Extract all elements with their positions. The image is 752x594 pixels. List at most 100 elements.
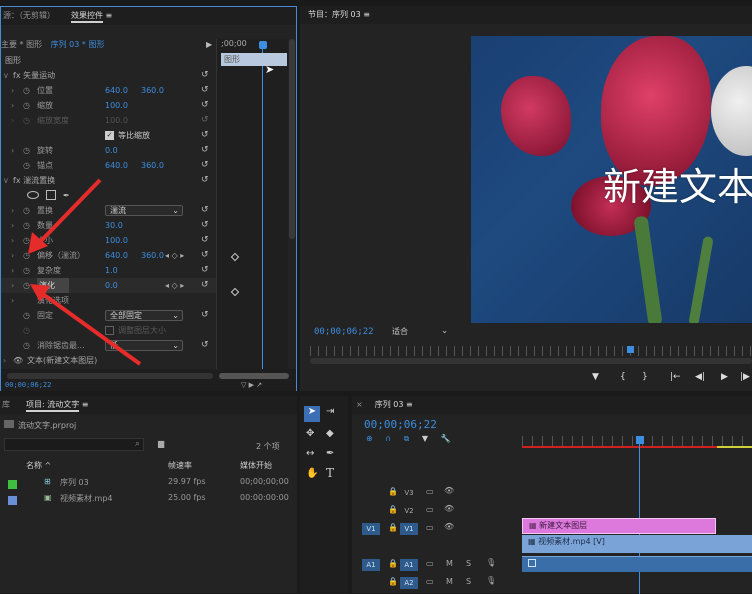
slip-tool-icon[interactable]: ↔ [306, 448, 314, 459]
column-fps[interactable]: 帧速率 [168, 460, 192, 471]
item-start: 00:00:00:00 [240, 493, 289, 502]
tab-program[interactable]: 节目：序列 03 ≡ [300, 6, 378, 24]
item-name: 视频素材.mp4 [60, 494, 113, 503]
project-file-icon [4, 420, 14, 428]
track-name[interactable]: V1 [400, 523, 418, 535]
hand-tool-icon[interactable]: ✋ [306, 468, 318, 479]
track-a1[interactable]: A1 🔒 A1 ▭ M S 🎙 [352, 556, 522, 574]
mic-icon[interactable]: 🎙 [486, 576, 496, 585]
sync-icon[interactable]: ▭ [426, 577, 434, 586]
project-search-input[interactable]: ⌕ [4, 438, 144, 451]
effect-timecode[interactable]: 00;00;06;22 [5, 381, 51, 389]
program-scrollbar[interactable] [310, 358, 752, 364]
item-name: 序列 03 [60, 478, 89, 487]
column-name[interactable]: 名称 ^ [26, 460, 51, 471]
program-timecode[interactable]: 00;00;06;22 [314, 327, 374, 337]
fit-dropdown[interactable]: 适合 ⌄ [392, 326, 450, 338]
timeline-tabbar: × 序列 03 ≡ [352, 396, 752, 414]
linked-selection-icon[interactable]: ⧉ [404, 434, 410, 443]
tab-sequence[interactable]: 序列 03 ≡ [367, 396, 421, 414]
table-row[interactable]: ⊞ 序列 03 29.97 fps 00;00;00;00 [0, 477, 297, 491]
step-forward-icon[interactable]: |▶ [740, 372, 750, 382]
timeline-panel: × 序列 03 ≡ 00;00;06;22 ⊕ ∩ ⧉ ▼ 🔧 🔒 V3 ▭ 👁… [352, 396, 752, 594]
track-name[interactable]: A1 [400, 559, 418, 571]
eye-icon[interactable]: 👁 [444, 504, 454, 513]
solo-icon[interactable]: S [466, 559, 471, 568]
item-fps: 29.97 fps [168, 477, 206, 486]
clip-text-layer[interactable]: ▦ 新建文本图层 [522, 518, 716, 534]
item-start: 00;00;00;00 [240, 477, 289, 486]
sync-icon[interactable]: ▭ [426, 559, 434, 568]
eye-icon[interactable]: 👁 [444, 486, 454, 495]
project-panel: 库 项目: 流动文字 ≡ 流动文字.prproj ⌕ ▆ 2 个项 名称 ^ 帧… [0, 396, 297, 593]
track-name: V2 [404, 507, 414, 515]
sequence-icon: ⊞ [44, 477, 51, 486]
project-columns: 名称 ^ 帧速率 媒体开始 [0, 460, 297, 474]
type-tool-icon[interactable]: T [326, 466, 334, 480]
timeline-playhead-icon[interactable] [636, 436, 644, 444]
tab-libraries[interactable]: 库 [0, 396, 18, 414]
step-back-icon[interactable]: ◀| [695, 372, 705, 382]
video-frame[interactable]: 新建文本 [471, 36, 752, 323]
lock-icon[interactable]: 🔒 [388, 487, 398, 496]
go-to-in-icon[interactable]: |← [670, 372, 681, 382]
video-clip-icon: ▣ [44, 493, 52, 502]
ripple-edit-icon[interactable]: ✥ [306, 428, 314, 439]
overlay-text: 新建文本 [603, 165, 752, 209]
clip-video[interactable]: ▦ 视频素材.mp4 [V] [522, 535, 752, 553]
mark-in-icon[interactable]: { [620, 372, 626, 382]
transport-controls: ▼ { } |← ◀| ▶ |▶ [590, 372, 752, 386]
mark-out-icon[interactable]: } [642, 372, 648, 382]
source-patch[interactable]: V1 [362, 523, 380, 535]
project-tabbar: 库 项目: 流动文字 ≡ [0, 396, 297, 414]
sync-icon[interactable]: ▭ [426, 487, 434, 496]
nest-icon[interactable]: ⊕ [366, 434, 373, 443]
work-area-bar[interactable] [522, 446, 717, 448]
play-icon[interactable]: ▶ [721, 372, 728, 382]
track-v2[interactable]: 🔒 V2 ▭ 👁 [352, 502, 522, 520]
new-bin-icon[interactable]: ▆ [158, 439, 164, 448]
tab-close-icon[interactable]: × [352, 396, 367, 414]
track-select-icon[interactable]: ⇥ [326, 406, 334, 417]
add-marker-icon[interactable]: ▼ [592, 372, 599, 382]
label-color-swatch [8, 496, 17, 505]
sync-icon[interactable]: ▭ [426, 505, 434, 514]
program-playhead-icon[interactable] [627, 346, 634, 353]
settings-icon[interactable]: 🔧 [441, 434, 451, 443]
timeline-tools: ⊕ ∩ ⧉ ▼ 🔧 [366, 434, 516, 446]
program-ruler[interactable] [310, 346, 752, 356]
source-patch[interactable]: A1 [362, 559, 380, 571]
mic-icon[interactable]: 🎙 [486, 558, 496, 567]
item-fps: 25.00 fps [168, 493, 206, 502]
mute-icon[interactable]: M [446, 577, 453, 586]
audio-clip-icon [528, 559, 536, 567]
track-v3[interactable]: 🔒 V3 ▭ 👁 [352, 484, 522, 502]
pen-tool-icon[interactable]: ✒ [326, 448, 334, 459]
lock-icon[interactable]: 🔒 [388, 505, 398, 514]
add-marker-icon[interactable]: ▼ [422, 434, 428, 443]
eye-icon[interactable]: 👁 [444, 522, 454, 531]
clip-audio[interactable] [522, 556, 752, 572]
razor-icon[interactable]: ◆ [326, 428, 334, 439]
snap-icon[interactable]: ∩ [385, 434, 391, 443]
table-row[interactable]: ▣ 视频素材.mp4 25.00 fps 00:00:00:00 [0, 493, 297, 507]
sync-icon[interactable]: ▭ [426, 523, 434, 532]
timeline-timecode[interactable]: 00;00;06;22 [364, 418, 437, 431]
track-v1[interactable]: V1 🔒 V1 ▭ 👁 [352, 520, 522, 538]
tab-project[interactable]: 项目: 流动文字 ≡ [18, 396, 97, 414]
track-name: V3 [404, 489, 414, 497]
lock-icon[interactable]: 🔒 [388, 577, 398, 586]
lock-icon[interactable]: 🔒 [388, 523, 398, 532]
work-area-bar-end [717, 446, 752, 448]
mute-icon[interactable]: M [446, 559, 453, 568]
program-tabbar: 节目：序列 03 ≡ [300, 6, 752, 24]
flower-1 [501, 76, 571, 156]
track-name[interactable]: A2 [400, 577, 418, 589]
solo-icon[interactable]: S [466, 577, 471, 586]
label-color-swatch [8, 480, 17, 489]
selection-tool-icon[interactable]: ➤ [304, 406, 320, 422]
column-start[interactable]: 媒体开始 [240, 460, 272, 471]
lock-icon[interactable]: 🔒 [388, 559, 398, 568]
filter-icon[interactable]: ▽ ▶ ↗ [241, 381, 262, 389]
track-a2[interactable]: 🔒 A2 ▭ M S 🎙 [352, 574, 522, 592]
